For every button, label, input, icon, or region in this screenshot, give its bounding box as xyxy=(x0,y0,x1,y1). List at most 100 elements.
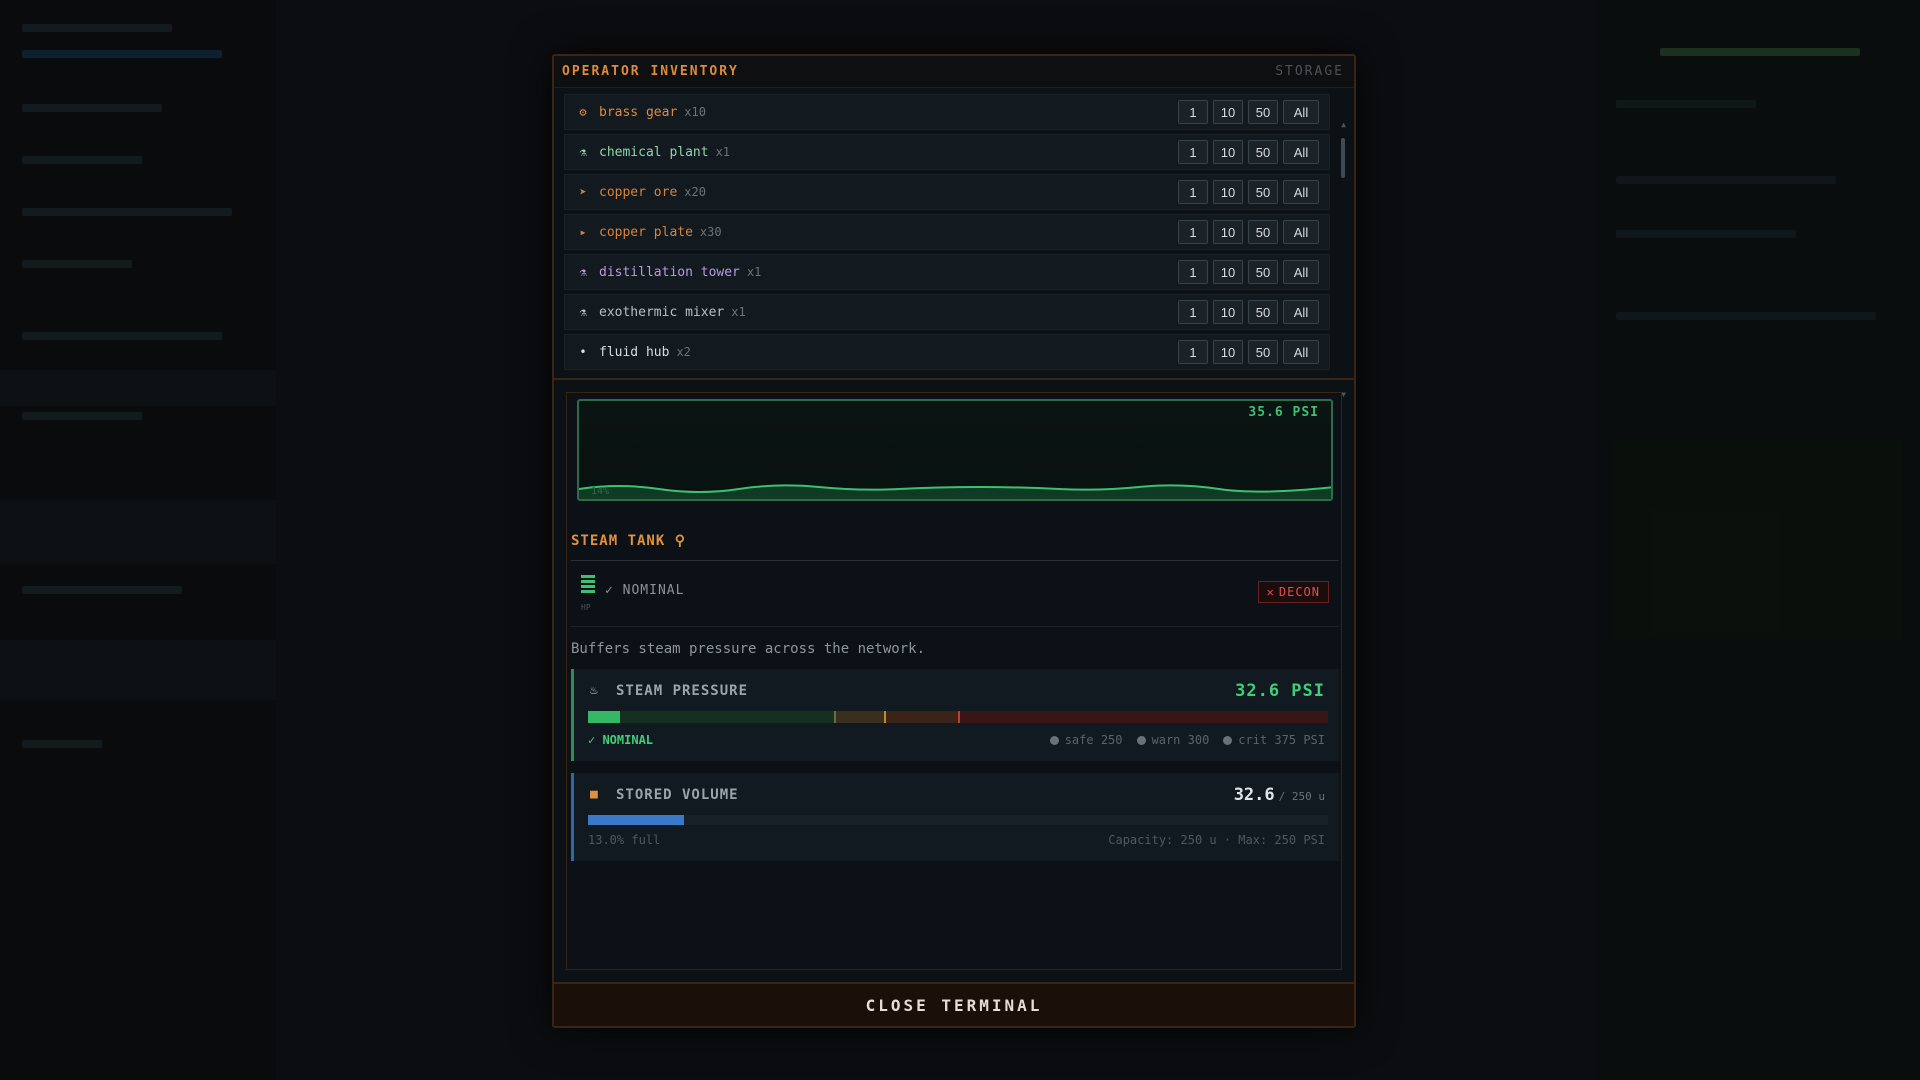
steam-gauge-icon: ♨ xyxy=(590,683,598,698)
volume-percent: 13.0% full xyxy=(588,833,661,847)
inventory-row[interactable]: ⚗ exothermic mixer x1 1 10 50 All xyxy=(564,294,1330,330)
inventory-list: ⚙ brass gear x10 1 10 50 All ⚗ chemical plant x1 1… xyxy=(554,88,1354,399)
transfer-1-button[interactable]: 1 xyxy=(1178,260,1208,284)
volume-title: STORED VOLUME xyxy=(616,787,739,803)
item-name: exothermic mixer xyxy=(599,304,725,320)
item-quantity: x1 xyxy=(715,145,731,159)
transfer-buttons: 1 10 50 All xyxy=(1178,180,1319,204)
transfer-1-button[interactable]: 1 xyxy=(1178,300,1208,324)
item-name: distillation tower xyxy=(599,264,740,280)
inventory-row[interactable]: ➤ copper ore x20 1 10 50 All xyxy=(564,174,1330,210)
inventory-row[interactable]: • fluid hub x2 1 10 50 All xyxy=(564,334,1330,370)
volume-capacity: Capacity: 250 u · Max: 250 PSI xyxy=(1108,833,1325,847)
flask-icon: ⚗ xyxy=(579,265,587,279)
transfer-buttons: 1 10 50 All xyxy=(1178,260,1319,284)
transfer-10-button[interactable]: 10 xyxy=(1213,140,1243,164)
hp-label: HP xyxy=(581,603,591,612)
pressure-bar-fill xyxy=(588,711,621,723)
hp-bar-icon xyxy=(581,575,595,595)
tank-status: ✓ NOMINAL xyxy=(605,583,685,598)
legend-warn: warn 300 xyxy=(1136,733,1209,747)
transfer-50-button[interactable]: 50 xyxy=(1248,300,1278,324)
pressure-value: 32.6 PSI xyxy=(1235,681,1325,701)
volume-bar xyxy=(588,815,1328,825)
item-quantity: x20 xyxy=(684,185,706,199)
decon-label: DECON xyxy=(1278,585,1320,599)
pressure-bar xyxy=(588,711,1328,723)
item-name: fluid hub xyxy=(599,344,670,360)
tank-status-row: HP ✓ NOMINAL ✕ DECON xyxy=(571,571,1339,627)
inventory-scrollbar[interactable] xyxy=(1340,128,1346,396)
pressure-graph: 35.6 PSI 14% xyxy=(577,399,1333,501)
steam-pressure-card: ♨ STEAM PRESSURE 32.6 PSI ✓ NOMINAL safe… xyxy=(571,669,1339,761)
transfer-10-button[interactable]: 10 xyxy=(1213,300,1243,324)
inventory-row[interactable]: ⚗ chemical plant x1 1 10 50 All xyxy=(564,134,1330,170)
pressure-graph-line xyxy=(579,484,1331,499)
item-name: copper plate xyxy=(599,224,693,240)
gear-icon: ⚙ xyxy=(579,105,587,119)
transfer-1-button[interactable]: 1 xyxy=(1178,100,1208,124)
item-name: chemical plant xyxy=(599,144,709,160)
close-terminal-button[interactable]: CLOSE TERMINAL xyxy=(554,982,1354,1026)
divider xyxy=(571,560,1339,561)
transfer-50-button[interactable]: 50 xyxy=(1248,100,1278,124)
pressure-title: STEAM PRESSURE xyxy=(616,683,749,699)
transfer-1-button[interactable]: 1 xyxy=(1178,220,1208,244)
item-name: copper ore xyxy=(599,184,678,200)
transfer-buttons: 1 10 50 All xyxy=(1178,340,1319,364)
transfer-buttons: 1 10 50 All xyxy=(1178,140,1319,164)
transfer-50-button[interactable]: 50 xyxy=(1248,140,1278,164)
decon-button[interactable]: ✕ DECON xyxy=(1257,581,1329,603)
graph-current-value: 35.6 PSI xyxy=(1248,405,1319,420)
scrollbar-thumb[interactable] xyxy=(1341,138,1345,178)
transfer-buttons: 1 10 50 All xyxy=(1178,300,1319,324)
transfer-10-button[interactable]: 10 xyxy=(1213,340,1243,364)
transfer-all-button[interactable]: All xyxy=(1283,340,1319,364)
volume-bar-fill xyxy=(588,815,685,825)
inventory-subtitle: STORAGE xyxy=(1275,64,1344,79)
stored-volume-card: ■ STORED VOLUME 32.6/ 250 u 13.0% full C… xyxy=(571,773,1339,861)
legend-crit: crit 375 PSI xyxy=(1223,733,1325,747)
tank-title: STEAM TANK ⚲ xyxy=(571,533,686,549)
transfer-10-button[interactable]: 10 xyxy=(1213,260,1243,284)
transfer-50-button[interactable]: 50 xyxy=(1248,340,1278,364)
pressure-status: ✓ NOMINAL xyxy=(588,733,654,747)
inventory-row[interactable]: ▸ copper plate x30 1 10 50 All xyxy=(564,214,1330,250)
transfer-1-button[interactable]: 1 xyxy=(1178,340,1208,364)
transfer-10-button[interactable]: 10 xyxy=(1213,100,1243,124)
dot-icon: • xyxy=(579,345,587,359)
inventory-header: OPERATOR INVENTORY STORAGE xyxy=(554,56,1354,88)
transfer-all-button[interactable]: All xyxy=(1283,260,1319,284)
inventory-row[interactable]: ⚗ distillation tower x1 1 10 50 All xyxy=(564,254,1330,290)
item-quantity: x30 xyxy=(699,225,722,239)
graph-min-label: 14% xyxy=(591,486,610,497)
pressure-legend: safe 250 warn 300 crit 375 PSI xyxy=(1049,733,1325,747)
transfer-all-button[interactable]: All xyxy=(1283,100,1319,124)
transfer-1-button[interactable]: 1 xyxy=(1178,180,1208,204)
transfer-50-button[interactable]: 50 xyxy=(1248,180,1278,204)
inventory-row[interactable]: ⚙ brass gear x10 1 10 50 All xyxy=(564,94,1330,130)
close-x-icon: ✕ xyxy=(1266,585,1275,599)
terminal-modal: OPERATOR INVENTORY STORAGE ⚙ brass gear x1… xyxy=(552,54,1356,1028)
item-name: brass gear xyxy=(599,104,678,120)
item-quantity: x10 xyxy=(684,105,706,119)
play-icon: ▸ xyxy=(579,225,587,239)
volume-value: 32.6/ 250 u xyxy=(1233,785,1325,805)
transfer-50-button[interactable]: 50 xyxy=(1248,260,1278,284)
transfer-all-button[interactable]: All xyxy=(1283,220,1319,244)
transfer-50-button[interactable]: 50 xyxy=(1248,220,1278,244)
tank-detail-panel: 35.6 PSI 14% STEAM TANK ⚲ HP ✓ NOMINAL ✕… xyxy=(566,392,1342,970)
transfer-all-button[interactable]: All xyxy=(1283,300,1319,324)
item-quantity: x1 xyxy=(746,265,762,279)
transfer-10-button[interactable]: 10 xyxy=(1213,180,1243,204)
item-quantity: x2 xyxy=(676,345,691,359)
transfer-all-button[interactable]: All xyxy=(1283,140,1319,164)
ore-arrow-icon: ➤ xyxy=(579,185,587,199)
box-icon: ■ xyxy=(590,787,598,802)
transfer-all-button[interactable]: All xyxy=(1283,180,1319,204)
flask-icon: ⚗ xyxy=(579,145,587,159)
transfer-10-button[interactable]: 10 xyxy=(1213,220,1243,244)
item-quantity: x1 xyxy=(731,305,746,319)
transfer-1-button[interactable]: 1 xyxy=(1178,140,1208,164)
tank-description: Buffers steam pressure across the networ… xyxy=(571,641,926,657)
